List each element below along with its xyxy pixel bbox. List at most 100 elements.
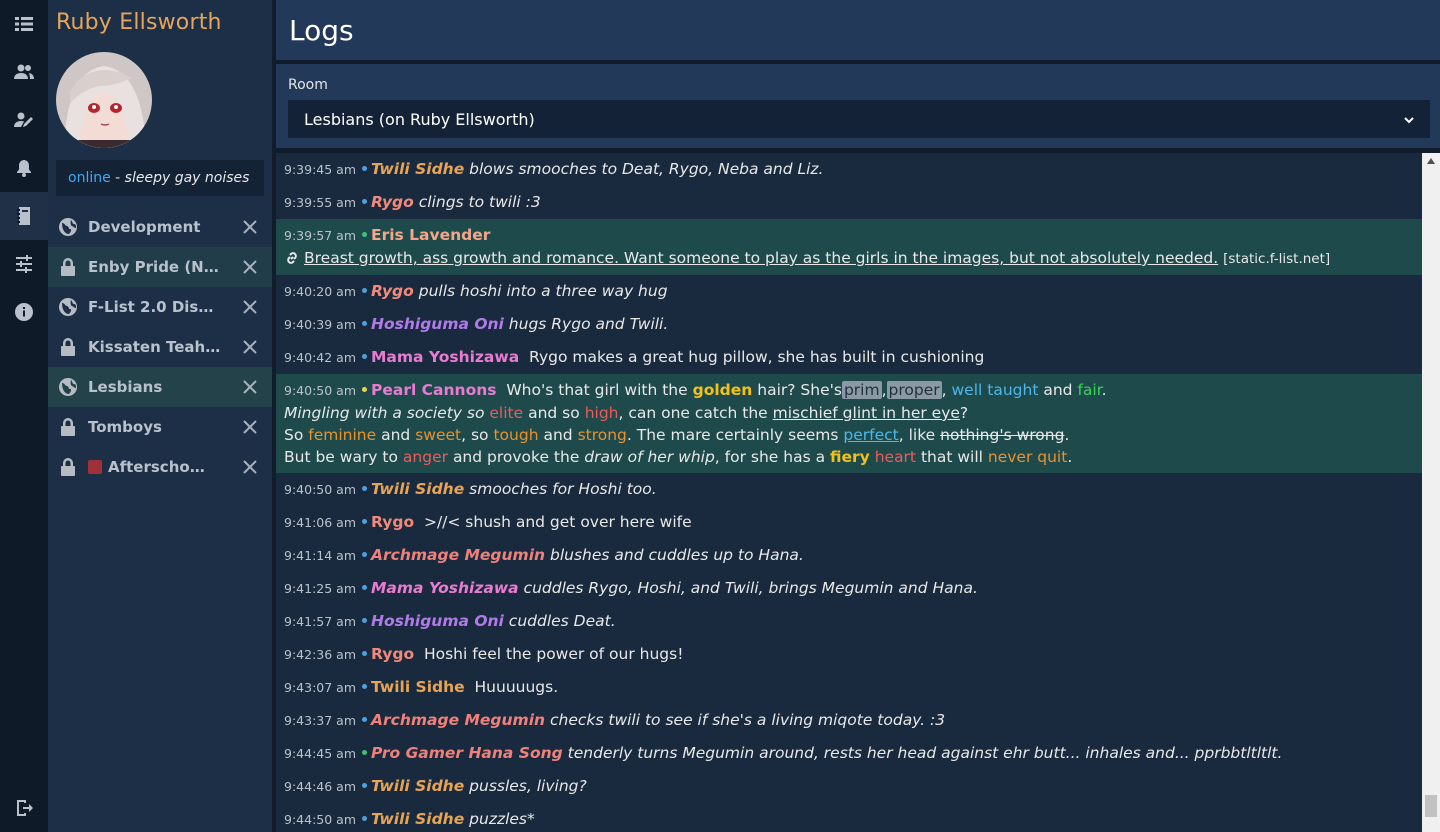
log-message-ad[interactable]: 9:39:57 am Eris Lavender Breast growth, a… xyxy=(276,219,1422,275)
user-name[interactable]: Pro Gamer Hana Song xyxy=(371,744,563,762)
poem-text: Who's that girl with the xyxy=(506,381,688,399)
conversation-lesbians[interactable]: Lesbians xyxy=(48,367,272,407)
log-message[interactable]: 9:41:06 am Rygo >//< shush and get over h… xyxy=(276,506,1422,539)
log-message[interactable]: 9:43:07 am Twili Sidhe Huuuuugs. xyxy=(276,671,1422,704)
log-message[interactable]: 9:42:36 am Rygo Hoshi feel the power of o… xyxy=(276,638,1422,671)
log-message[interactable]: 9:44:46 am Twili Sidhe pussles, living? xyxy=(276,770,1422,803)
poem-word: fiery xyxy=(830,448,870,466)
message-text: Hoshi feel the power of our hugs! xyxy=(423,645,684,663)
log-message[interactable]: 9:40:50 am Twili Sidhe smooches for Hoshi… xyxy=(276,473,1422,506)
log-message[interactable]: 9:40:39 am Hoshiguma Oni hugs Rygo and Tw… xyxy=(276,308,1422,341)
timestamp: 9:39:55 am xyxy=(284,195,356,210)
user-name[interactable]: Twili Sidhe xyxy=(371,678,465,696)
message-text: cuddles Rygo, Hoshi, and Twili, brings M… xyxy=(523,579,978,597)
timestamp: 9:40:50 am xyxy=(284,383,356,398)
poem-word: tough xyxy=(493,426,539,444)
user-name[interactable]: Twili Sidhe xyxy=(371,480,464,498)
status-display[interactable]: online - sleepy gay noises xyxy=(56,160,264,196)
log-message-poem[interactable]: 9:40:50 am Pearl Cannons Who's that girl … xyxy=(276,374,1422,473)
timestamp: 9:41:06 am xyxy=(284,515,356,530)
info-icon[interactable] xyxy=(0,288,48,336)
poem-text: and xyxy=(381,426,411,444)
log-message[interactable]: 9:41:25 am Mama Yoshizawa cuddles Rygo, H… xyxy=(276,572,1422,605)
message-log[interactable]: 9:39:45 am Twili Sidhe blows smooches to … xyxy=(276,153,1422,832)
close-icon[interactable] xyxy=(240,217,260,237)
user-name[interactable]: Archmage Megumin xyxy=(371,711,545,729)
log-message[interactable]: 9:39:45 am Twili Sidhe blows smooches to … xyxy=(276,153,1422,186)
status-dot xyxy=(362,618,367,623)
timestamp: 9:40:20 am xyxy=(284,284,356,299)
character-name[interactable]: Ruby Ellsworth xyxy=(56,10,222,35)
message-text: cuddles Deat. xyxy=(508,612,616,630)
conversation-kissaten[interactable]: Kissaten Teahouse xyxy=(48,327,272,367)
user-name[interactable]: Archmage Megumin xyxy=(371,546,545,564)
close-icon[interactable] xyxy=(240,257,260,277)
status-dot xyxy=(362,166,367,171)
close-icon[interactable] xyxy=(240,457,260,477)
log-scrollbar[interactable] xyxy=(1422,153,1440,832)
user-name[interactable]: Mama Yoshizawa xyxy=(371,348,519,366)
user-name[interactable]: Twili Sidhe xyxy=(371,777,464,795)
user-name[interactable]: Rygo xyxy=(371,193,414,211)
log-message[interactable]: 9:44:45 am Pro Gamer Hana Song tenderly t… xyxy=(276,737,1422,770)
room-label: Room xyxy=(288,77,328,93)
bell-icon[interactable] xyxy=(0,144,48,192)
status-dot xyxy=(362,354,367,359)
log-message[interactable]: 9:41:14 am Archmage Megumin blushes and c… xyxy=(276,539,1422,572)
log-message[interactable]: 9:43:37 am Archmage Megumin checks twili … xyxy=(276,704,1422,737)
avatar[interactable] xyxy=(56,52,152,148)
conversation-flist-discussion[interactable]: F-List 2.0 Discussion xyxy=(48,287,272,327)
status-dot xyxy=(362,232,367,237)
users-icon[interactable] xyxy=(0,48,48,96)
settings-sliders-icon[interactable] xyxy=(0,240,48,288)
close-icon[interactable] xyxy=(240,417,260,437)
conversation-label: Kissaten Teahouse xyxy=(88,338,222,356)
scroll-up-arrow-icon[interactable] xyxy=(1422,153,1440,169)
user-name[interactable]: Mama Yoshizawa xyxy=(371,579,519,597)
message-text: pussles, living? xyxy=(469,777,587,795)
message-text: Rygo makes a great hug pillow, she has b… xyxy=(529,348,985,366)
user-name[interactable]: Rygo xyxy=(371,282,414,300)
user-name[interactable]: Rygo xyxy=(371,513,414,531)
conversation-label: Tomboys xyxy=(88,418,162,436)
conversation-afterschool[interactable]: Afterschool Club xyxy=(48,447,272,487)
conversation-label: Lesbians xyxy=(88,378,163,396)
log-message[interactable]: 9:40:20 am Rygo pulls hoshi into a three … xyxy=(276,275,1422,308)
conversation-label: Enby Pride (Non-Binary) xyxy=(88,258,222,276)
log-message[interactable]: 9:40:42 am Mama Yoshizawa Rygo makes a gr… xyxy=(276,341,1422,374)
menu-icon[interactable] xyxy=(0,0,48,48)
poem-word: never quit xyxy=(987,448,1068,466)
close-icon[interactable] xyxy=(240,337,260,357)
user-name[interactable]: Hoshiguma Oni xyxy=(371,612,504,630)
poem-word: mischief glint in her eye xyxy=(772,404,960,422)
log-message[interactable]: 9:39:55 am Rygo clings to twili :3 xyxy=(276,186,1422,219)
log-message[interactable]: 9:41:57 am Hoshiguma Oni cuddles Deat. xyxy=(276,605,1422,638)
logs-icon[interactable] xyxy=(0,192,48,240)
edit-user-icon[interactable] xyxy=(0,96,48,144)
user-name[interactable]: Rygo xyxy=(371,645,414,663)
logout-icon[interactable] xyxy=(0,784,48,832)
close-icon[interactable] xyxy=(240,297,260,317)
scroll-thumb[interactable] xyxy=(1425,795,1437,817)
conversation-label: Development xyxy=(88,218,201,236)
user-name[interactable]: Twili Sidhe xyxy=(371,810,464,828)
status-dot xyxy=(362,387,367,392)
room-select[interactable]: Lesbians (on Ruby Ellsworth) xyxy=(288,100,1430,138)
user-name[interactable]: Twili Sidhe xyxy=(371,160,464,178)
close-icon[interactable] xyxy=(240,377,260,397)
conversation-tomboys[interactable]: Tomboys xyxy=(48,407,272,447)
status-dot xyxy=(362,684,367,689)
log-message[interactable]: 9:44:50 am Twili Sidhe puzzles* xyxy=(276,803,1422,832)
conversation-development[interactable]: Development xyxy=(48,207,272,247)
user-name[interactable]: Hoshiguma Oni xyxy=(371,315,504,333)
timestamp: 9:40:50 am xyxy=(284,482,356,497)
poem-tag: prim xyxy=(841,381,882,399)
app-window: Ruby Ellsworth online - sleepy gay noise… xyxy=(0,0,1440,832)
user-name[interactable]: Pearl Cannons xyxy=(371,381,497,399)
message-text: clings to twili :3 xyxy=(418,193,541,211)
message-text: puzzles* xyxy=(469,810,535,828)
user-name[interactable]: Eris Lavender xyxy=(371,226,490,244)
conversation-enby-pride[interactable]: Enby Pride (Non-Binary) xyxy=(48,247,272,287)
message-link[interactable]: Breast growth, ass growth and romance. W… xyxy=(304,249,1218,267)
conversation-label-wrap: Afterschool Club xyxy=(88,458,212,476)
